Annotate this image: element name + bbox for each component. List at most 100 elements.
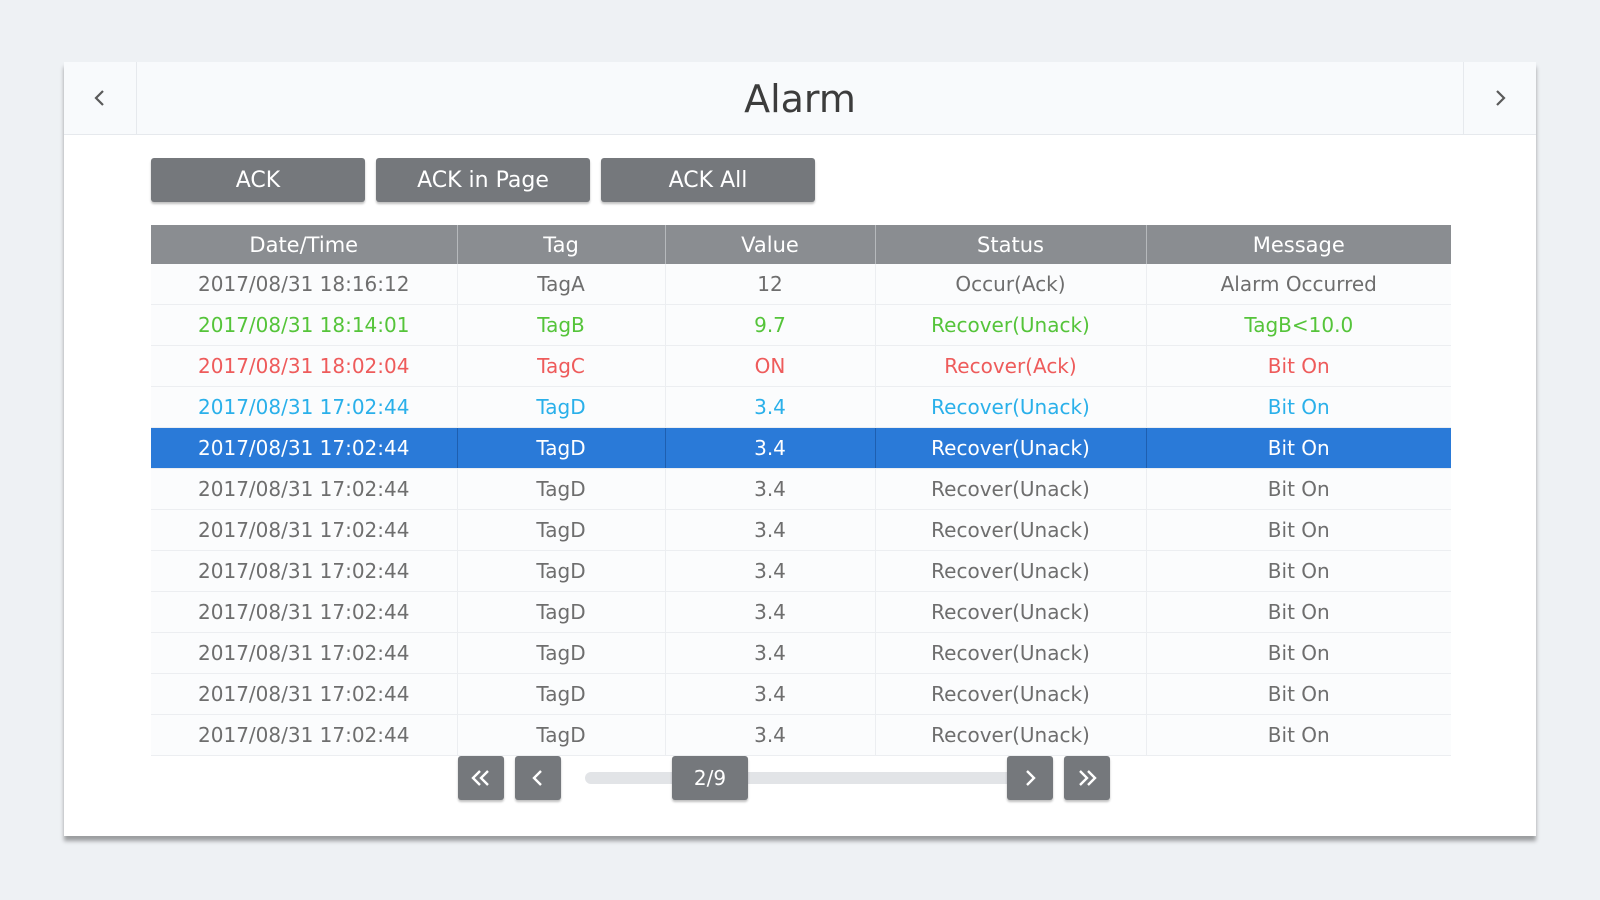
cell-message: Bit On (1146, 550, 1451, 592)
cell-value: 3.4 (665, 632, 876, 674)
cell-value: 3.4 (665, 509, 876, 551)
cell-message: TagB<10.0 (1146, 304, 1451, 346)
cell-status: Recover(Unack) (875, 632, 1147, 674)
cell-value: 3.4 (665, 386, 876, 428)
cell-message: Bit On (1146, 468, 1451, 510)
cell-datetime: 2017/08/31 17:02:44 (151, 632, 458, 674)
table-row[interactable]: 2017/08/31 18:02:04 TagC ON Recover(Ack) Bit… (151, 345, 1451, 387)
pager: 2/9 (64, 756, 1536, 802)
cell-message: Bit On (1146, 509, 1451, 551)
table-row[interactable]: 2017/08/31 17:02:44 TagD 3.4 Recover(Unack)… (151, 591, 1451, 633)
header-bar: Alarm (64, 62, 1536, 135)
cell-status: Recover(Ack) (875, 345, 1147, 387)
cell-value: 3.4 (665, 468, 876, 510)
cell-status: Recover(Unack) (875, 386, 1147, 428)
cell-status: Recover(Unack) (875, 714, 1147, 756)
alarm-panel: Alarm ACK ACK in Page ACK All Date/Time … (64, 62, 1536, 836)
chevron-left-icon (94, 90, 104, 106)
ack-toolbar: ACK ACK in Page ACK All (151, 158, 815, 202)
column-header-message[interactable]: Message (1146, 225, 1451, 264)
table-row[interactable]: 2017/08/31 17:02:44 TagD 3.4 Recover(Unack)… (151, 509, 1451, 551)
cell-value: 3.4 (665, 591, 876, 633)
cell-status: Recover(Unack) (875, 550, 1147, 592)
cell-datetime: 2017/08/31 18:16:12 (151, 264, 458, 305)
cell-datetime: 2017/08/31 17:02:44 (151, 673, 458, 715)
table-row[interactable]: 2017/08/31 18:16:12 TagA 12 Occur(Ack) Alarm… (151, 264, 1451, 305)
cell-tag: TagD (457, 714, 666, 756)
table-body: 2017/08/31 18:16:12 TagA 12 Occur(Ack) Alarm… (151, 264, 1451, 756)
chevron-right-icon (1496, 90, 1506, 106)
table-row[interactable]: 2017/08/31 17:02:44 TagD 3.4 Recover(Unack)… (151, 714, 1451, 756)
double-chevron-right-icon (1079, 770, 1097, 786)
column-header-value[interactable]: Value (665, 225, 876, 264)
cell-status: Recover(Unack) (875, 591, 1147, 633)
cell-message: Bit On (1146, 632, 1451, 674)
cell-tag: TagD (457, 673, 666, 715)
prev-page-button[interactable] (515, 756, 561, 800)
cell-status: Recover(Unack) (875, 468, 1147, 510)
cell-datetime: 2017/08/31 17:02:44 (151, 509, 458, 551)
cell-datetime: 2017/08/31 18:02:04 (151, 345, 458, 387)
last-page-button[interactable] (1064, 756, 1110, 800)
cell-status: Occur(Ack) (875, 264, 1147, 305)
cell-value: 9.7 (665, 304, 876, 346)
cell-tag: TagD (457, 550, 666, 592)
cell-message: Bit On (1146, 591, 1451, 633)
cell-message: Bit On (1146, 386, 1451, 428)
alarm-table: Date/Time Tag Value Status Message 2017/… (151, 225, 1451, 756)
cell-message: Bit On (1146, 427, 1451, 469)
next-screen-button[interactable] (1463, 62, 1536, 134)
cell-status: Recover(Unack) (875, 427, 1147, 469)
table-row-selected[interactable]: 2017/08/31 17:02:44 TagD 3.4 Recover(Unack)… (151, 427, 1451, 469)
cell-datetime: 2017/08/31 17:02:44 (151, 468, 458, 510)
cell-message: Bit On (1146, 345, 1451, 387)
cell-tag: TagD (457, 386, 666, 428)
cell-datetime: 2017/08/31 17:02:44 (151, 427, 458, 469)
column-header-datetime[interactable]: Date/Time (151, 225, 458, 264)
cell-message: Bit On (1146, 714, 1451, 756)
column-header-status[interactable]: Status (875, 225, 1147, 264)
chevron-right-icon (1026, 770, 1036, 786)
cell-message: Alarm Occurred (1146, 264, 1451, 305)
cell-tag: TagD (457, 509, 666, 551)
page-slider-track[interactable] (585, 772, 1015, 784)
table-row[interactable]: 2017/08/31 17:02:44 TagD 3.4 Recover(Unack)… (151, 386, 1451, 428)
cell-tag: TagD (457, 468, 666, 510)
cell-datetime: 2017/08/31 17:02:44 (151, 591, 458, 633)
cell-datetime: 2017/08/31 17:02:44 (151, 386, 458, 428)
cell-value: 3.4 (665, 714, 876, 756)
cell-value: ON (665, 345, 876, 387)
cell-value: 3.4 (665, 550, 876, 592)
table-row[interactable]: 2017/08/31 17:02:44 TagD 3.4 Recover(Unack)… (151, 468, 1451, 510)
cell-value: 3.4 (665, 427, 876, 469)
cell-tag: TagC (457, 345, 666, 387)
cell-message: Bit On (1146, 673, 1451, 715)
ack-in-page-button[interactable]: ACK in Page (376, 158, 590, 202)
table-row[interactable]: 2017/08/31 17:02:44 TagD 3.4 Recover(Unack)… (151, 673, 1451, 715)
cell-datetime: 2017/08/31 18:14:01 (151, 304, 458, 346)
table-header-row: Date/Time Tag Value Status Message (151, 225, 1451, 264)
cell-datetime: 2017/08/31 17:02:44 (151, 714, 458, 756)
next-page-button[interactable] (1007, 756, 1053, 800)
prev-screen-button[interactable] (64, 62, 137, 134)
cell-status: Recover(Unack) (875, 673, 1147, 715)
ack-all-button[interactable]: ACK All (601, 158, 815, 202)
first-page-button[interactable] (458, 756, 504, 800)
cell-tag: TagA (457, 264, 666, 305)
cell-tag: TagB (457, 304, 666, 346)
chevron-left-icon (532, 770, 542, 786)
column-header-tag[interactable]: Tag (457, 225, 666, 264)
page-slider-thumb[interactable]: 2/9 (672, 756, 748, 800)
cell-value: 3.4 (665, 673, 876, 715)
cell-status: Recover(Unack) (875, 304, 1147, 346)
page-title: Alarm (744, 77, 856, 121)
table-row[interactable]: 2017/08/31 17:02:44 TagD 3.4 Recover(Unack)… (151, 632, 1451, 674)
cell-datetime: 2017/08/31 17:02:44 (151, 550, 458, 592)
cell-tag: TagD (457, 632, 666, 674)
ack-button[interactable]: ACK (151, 158, 365, 202)
table-row[interactable]: 2017/08/31 18:14:01 TagB 9.7 Recover(Unack)… (151, 304, 1451, 346)
table-row[interactable]: 2017/08/31 17:02:44 TagD 3.4 Recover(Unack)… (151, 550, 1451, 592)
double-chevron-left-icon (471, 770, 489, 786)
cell-value: 12 (665, 264, 876, 305)
cell-status: Recover(Unack) (875, 509, 1147, 551)
